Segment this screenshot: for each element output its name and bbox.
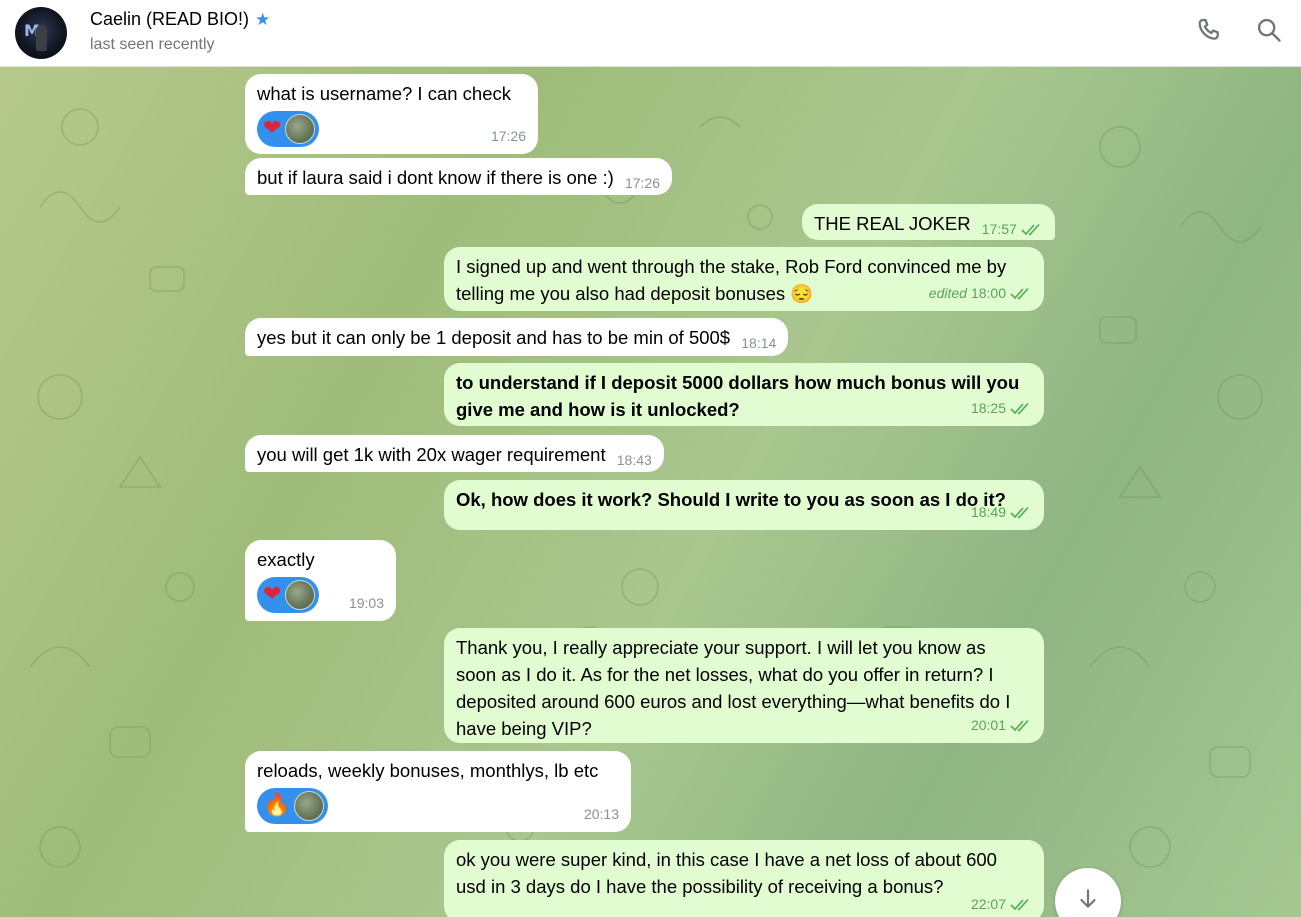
- message-bubble-outgoing[interactable]: to understand if I deposit 5000 dollars …: [444, 363, 1044, 426]
- reaction-chip[interactable]: ❤: [257, 577, 320, 613]
- message-time: 17:57: [982, 216, 1043, 243]
- message-time: 22:07: [971, 891, 1032, 917]
- contact-avatar[interactable]: M: [15, 7, 67, 59]
- message-text: you will get 1k with 20x wager requireme…: [257, 444, 606, 465]
- reactor-avatar: [285, 114, 316, 144]
- heart-icon: ❤: [263, 582, 282, 607]
- search-icon: [1257, 18, 1281, 42]
- read-checks-icon: [1010, 719, 1029, 731]
- message-time: 20:01: [971, 712, 1032, 739]
- message-text: ok you were super kind, in this case I h…: [456, 849, 997, 897]
- message-text: but if laura said i dont know if there i…: [257, 167, 614, 188]
- message-text: Ok, how does it work? Should I write to …: [456, 489, 1006, 510]
- read-checks-icon: [1021, 223, 1040, 235]
- message-bubble-incoming[interactable]: yes but it can only be 1 deposit and has…: [245, 318, 789, 356]
- read-checks-icon: [1010, 402, 1029, 414]
- reaction-chip[interactable]: 🔥: [257, 788, 329, 824]
- chat-header: M Caelin (READ BIO!) ★ last seen recently: [0, 0, 1301, 67]
- message-bubble-incoming[interactable]: you will get 1k with 20x wager requireme…: [245, 435, 664, 472]
- heart-icon: ❤: [263, 116, 282, 141]
- message-bubble-incoming[interactable]: but if laura said i dont know if there i…: [245, 158, 673, 195]
- message-time: 18:14: [741, 335, 777, 351]
- message-text: exactly: [257, 549, 315, 570]
- message-bubble-incoming[interactable]: reloads, weekly bonuses, monthlys, lb et…: [245, 751, 631, 832]
- read-checks-icon: [1010, 506, 1029, 518]
- message-time: 20:13: [583, 806, 619, 822]
- contact-status: last seen recently: [90, 36, 215, 53]
- message-time: 17:26: [624, 175, 661, 191]
- read-checks-icon: [1010, 287, 1029, 299]
- message-time: 19:03: [348, 595, 384, 611]
- message-bubble-outgoing[interactable]: THE REAL JOKER 17:57: [802, 204, 1055, 240]
- call-button[interactable]: [1195, 16, 1227, 48]
- phone-icon: [1198, 18, 1219, 40]
- message-bubble-outgoing[interactable]: Ok, how does it work? Should I write to …: [444, 480, 1044, 530]
- fire-icon: 🔥: [263, 793, 291, 818]
- contact-name: Caelin (READ BIO!): [90, 9, 250, 29]
- message-bubble-outgoing[interactable]: ok you were super kind, in this case I h…: [444, 840, 1044, 917]
- message-bubble-incoming[interactable]: exactly ❤ 19:03: [245, 540, 396, 621]
- message-text: THE REAL JOKER: [814, 213, 971, 234]
- read-checks-icon: [1010, 898, 1029, 910]
- message-time: 18:43: [616, 452, 652, 468]
- reactor-avatar: [294, 791, 325, 821]
- contact-title[interactable]: Caelin (READ BIO!) ★: [90, 9, 270, 30]
- edited-label: edited: [928, 285, 967, 301]
- message-time: 18:49: [971, 499, 1032, 526]
- message-text: to understand if I deposit 5000 dollars …: [456, 372, 1020, 420]
- reactor-avatar: [285, 580, 316, 610]
- message-time: 18:25: [971, 395, 1032, 422]
- message-time: edited 18:00: [929, 280, 1032, 307]
- message-text: I signed up and went through the stake, …: [456, 256, 1007, 304]
- message-text: Thank you, I really appreciate your supp…: [456, 637, 1011, 739]
- chat-background: what is username? I can check ❤ 17:26 bu…: [0, 67, 1301, 917]
- star-icon: ★: [255, 10, 271, 29]
- message-text: what is username? I can check: [257, 83, 511, 104]
- reaction-chip[interactable]: ❤: [257, 111, 320, 147]
- message-bubble-outgoing[interactable]: I signed up and went through the stake, …: [444, 247, 1044, 311]
- message-time: 17:26: [490, 128, 526, 144]
- message-text: yes but it can only be 1 deposit and has…: [257, 327, 731, 348]
- message-bubble-outgoing[interactable]: Thank you, I really appreciate your supp…: [444, 628, 1044, 743]
- arrow-down-icon: [1080, 889, 1096, 908]
- message-bubble-incoming[interactable]: what is username? I can check ❤ 17:26: [245, 74, 538, 154]
- search-button[interactable]: [1255, 16, 1287, 48]
- message-text: reloads, weekly bonuses, monthlys, lb et…: [257, 760, 599, 781]
